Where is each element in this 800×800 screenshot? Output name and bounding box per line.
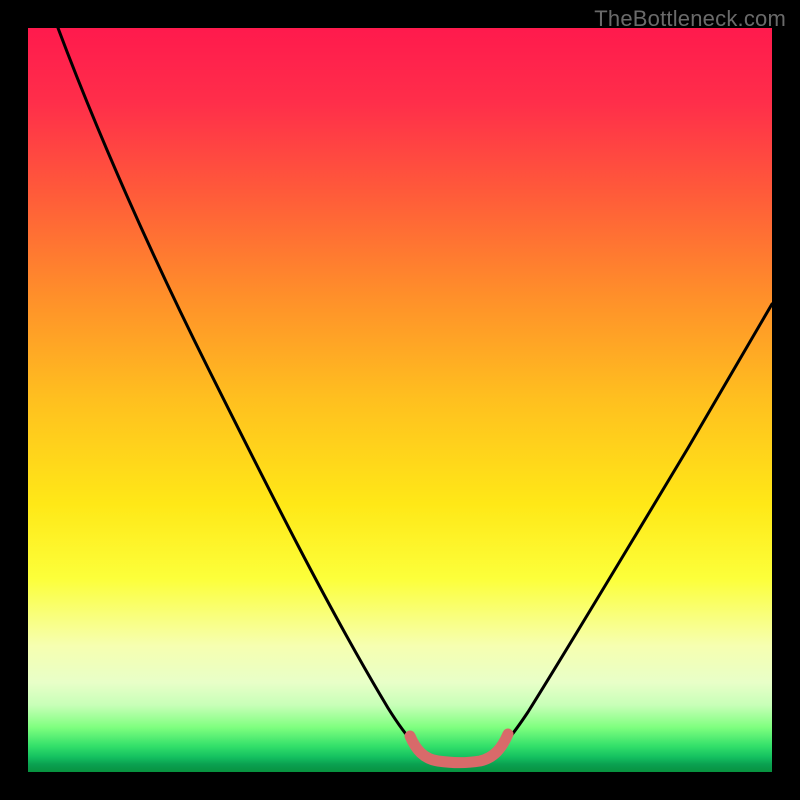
bottleneck-curve-path bbox=[58, 28, 772, 762]
chart-svg bbox=[28, 28, 772, 772]
watermark-text: TheBottleneck.com bbox=[594, 6, 786, 32]
optimal-range-path bbox=[410, 734, 508, 763]
chart-plot-area bbox=[28, 28, 772, 772]
